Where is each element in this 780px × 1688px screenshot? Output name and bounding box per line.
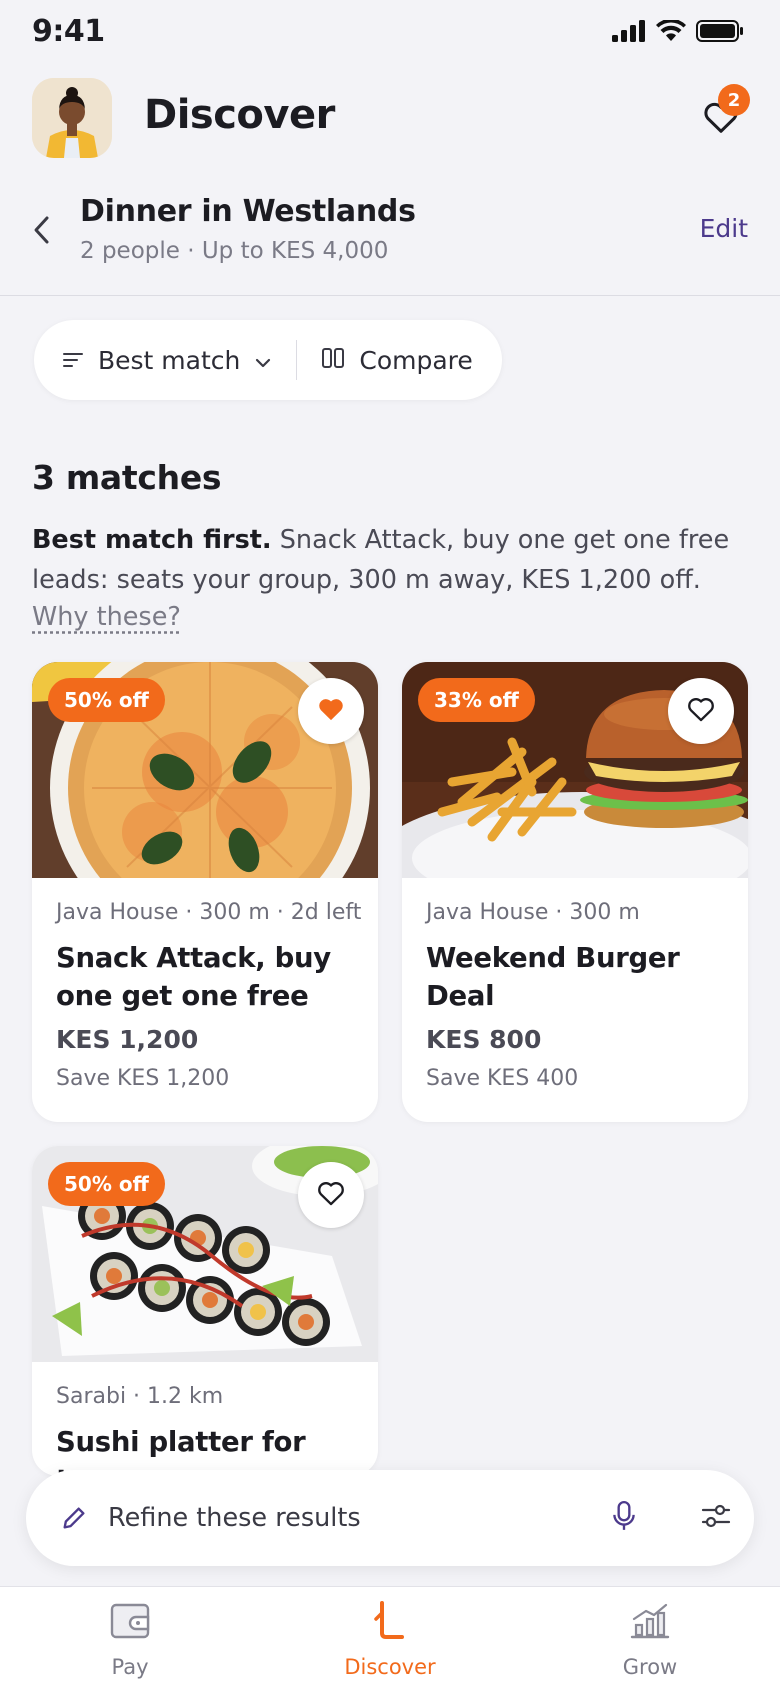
card-title: Sushi platter for two <box>56 1426 306 1476</box>
sort-label: Best match <box>98 345 241 375</box>
avatar[interactable] <box>32 78 112 158</box>
heart-outline-icon <box>687 696 715 726</box>
compare-button[interactable]: Compare <box>297 320 496 400</box>
card-price: KES 800 <box>426 1025 542 1054</box>
tab-label: Grow <box>622 1655 678 1679</box>
chevron-down-icon <box>254 346 272 375</box>
deal-card[interactable]: 50% off Sarabi · 1.2 km Sushi platter fo… <box>32 1146 378 1476</box>
page-title: Discover <box>144 92 335 138</box>
context-subtitle: 2 people · Up to KES 4,000 <box>80 238 389 264</box>
compare-label: Compare <box>359 345 473 375</box>
burger-image: 33% off <box>402 662 748 878</box>
sort-compare-bar: Best match Compare <box>34 320 502 400</box>
results-summary-lead: Best match first. <box>32 525 272 555</box>
status-time: 9:41 <box>32 14 105 49</box>
back-button[interactable] <box>26 212 56 252</box>
refine-input[interactable] <box>108 1494 508 1542</box>
favorite-toggle[interactable] <box>298 678 364 744</box>
wallet-icon <box>108 1599 152 1647</box>
header: Discover 2 <box>0 78 780 162</box>
discount-badge: 50% off <box>48 1162 165 1206</box>
favorite-toggle[interactable] <box>298 1162 364 1228</box>
status-bar: 9:41 <box>0 0 780 70</box>
signal-icon <box>612 20 646 46</box>
card-savings: Save KES 400 <box>426 1066 579 1091</box>
card-title: Weekend Burger Deal <box>426 942 680 1012</box>
favorites-button[interactable]: 2 <box>696 84 750 144</box>
deal-card[interactable]: 50% off Java House · 300 m · 2d left Sna… <box>32 662 378 1122</box>
favorite-toggle[interactable] <box>668 678 734 744</box>
microphone-button[interactable] <box>602 1496 646 1540</box>
microphone-icon <box>611 1500 637 1536</box>
why-these-link[interactable]: Why these? <box>32 602 181 632</box>
heart-outline-icon <box>317 1180 345 1210</box>
pencil-icon <box>56 1500 92 1536</box>
sort-lines-icon <box>62 346 84 375</box>
tab-grow[interactable]: Grow <box>550 1599 750 1683</box>
filters-button[interactable] <box>694 1496 738 1540</box>
battery-icon <box>696 20 744 46</box>
sushi-image: 50% off <box>32 1146 378 1362</box>
sliders-icon <box>701 1503 731 1533</box>
refine-bar <box>26 1470 754 1566</box>
card-body: Sarabi · 1.2 km Sushi platter for two <box>32 1362 378 1476</box>
results-summary: Best match first. Snack Attack, buy one … <box>32 520 752 600</box>
heart-filled-icon <box>317 696 345 726</box>
card-meta: Sarabi · 1.2 km <box>56 1384 224 1409</box>
growth-chart-icon <box>628 1599 672 1647</box>
card-price: KES 1,200 <box>56 1025 199 1054</box>
card-meta: Java House · 300 m <box>426 900 640 925</box>
context-title: Dinner in Westlands <box>80 194 416 229</box>
card-savings: Save KES 1,200 <box>56 1066 230 1091</box>
card-body: Java House · 300 m · 2d left Snack Attac… <box>32 878 378 1091</box>
tab-label: Pay <box>111 1655 149 1679</box>
card-body: Java House · 300 m Weekend Burger Deal K… <box>402 878 748 1091</box>
deal-card[interactable]: 33% off Java House · 300 m Weekend Burge… <box>402 662 748 1122</box>
sort-dropdown[interactable]: Best match <box>34 320 296 400</box>
wifi-icon <box>656 18 686 46</box>
edit-button[interactable]: Edit <box>700 214 748 243</box>
discover-icon <box>368 1599 412 1647</box>
card-meta: Java House · 300 m · 2d left <box>56 900 362 925</box>
tab-pay[interactable]: Pay <box>30 1599 230 1683</box>
results-count-title: 3 matches <box>32 458 222 497</box>
bottom-tab-bar: Pay Discover Grow <box>0 1586 780 1688</box>
tab-discover[interactable]: Discover <box>290 1599 490 1683</box>
chevron-left-icon <box>32 215 50 249</box>
favorites-count-badge: 2 <box>718 84 750 116</box>
discount-badge: 50% off <box>48 678 165 722</box>
search-context: Dinner in Westlands 2 people · Up to KES… <box>0 186 780 296</box>
tab-label: Discover <box>344 1655 436 1679</box>
card-title: Snack Attack, buy one get one free <box>56 942 331 1012</box>
pizza-image: 50% off <box>32 662 378 878</box>
discount-badge: 33% off <box>418 678 535 722</box>
status-icons <box>612 18 744 46</box>
compare-columns-icon <box>321 346 345 375</box>
